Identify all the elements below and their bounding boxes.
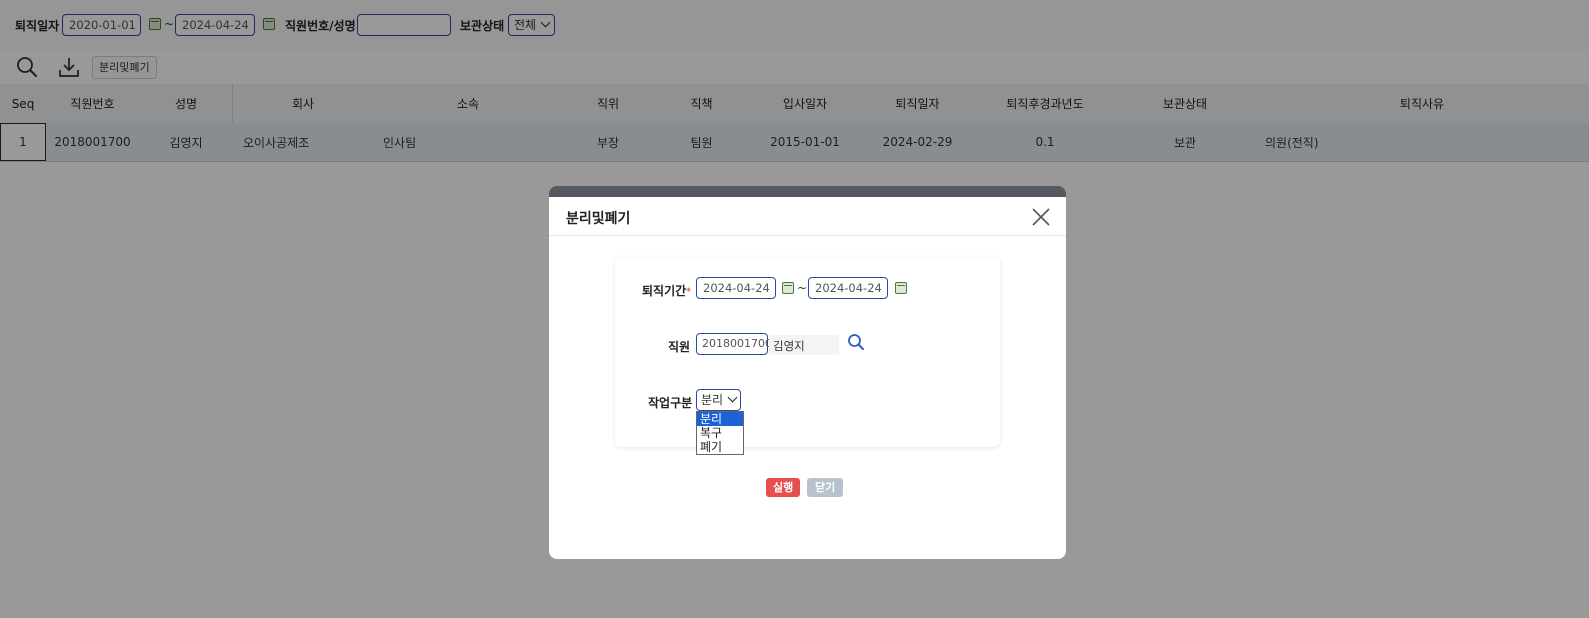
run-button[interactable]: 실행 [766, 478, 801, 497]
work-type-option-separate[interactable]: 분리 [697, 412, 743, 426]
work-type-select-value: 분리 [701, 393, 724, 407]
chevron-down-icon [727, 392, 738, 403]
employee-label: 직원 [668, 340, 691, 354]
employee-name-field: 김영지 [769, 335, 839, 355]
close-icon[interactable] [1031, 207, 1051, 227]
employee-search-icon[interactable] [847, 333, 865, 354]
required-mark: * [686, 287, 691, 297]
form-card: 퇴직기간* 2024-04-24 ~ 2024-04-24 직원 2018001… [615, 257, 1000, 455]
retire-period-from-input[interactable]: 2024-04-24 [696, 277, 776, 299]
work-type-dropdown: 분리 복구 폐기 [696, 411, 744, 455]
employee-no-input[interactable]: 2018001700 [696, 333, 772, 355]
separate-dispose-dialog: 분리및폐기 퇴직기간* 2024-04-24 ~ 2024-04-24 직원 2… [549, 197, 1066, 559]
work-type-option-dispose[interactable]: 폐기 [697, 440, 743, 454]
work-type-label: 작업구분 [648, 396, 693, 410]
work-type-select[interactable]: 분리 [696, 389, 742, 411]
calendar-icon[interactable] [895, 282, 907, 294]
modal-title: 분리및폐기 [566, 211, 631, 227]
modal-divider [549, 235, 1066, 236]
period-range-tilde: ~ [797, 281, 808, 295]
retire-period-label: 퇴직기간* [642, 282, 691, 299]
work-type-option-restore[interactable]: 복구 [697, 426, 743, 440]
close-button[interactable]: 닫기 [807, 478, 844, 497]
retire-period-label-text: 퇴직기간 [642, 284, 687, 298]
calendar-icon[interactable] [782, 282, 794, 294]
retire-period-to-input[interactable]: 2024-04-24 [808, 277, 888, 299]
